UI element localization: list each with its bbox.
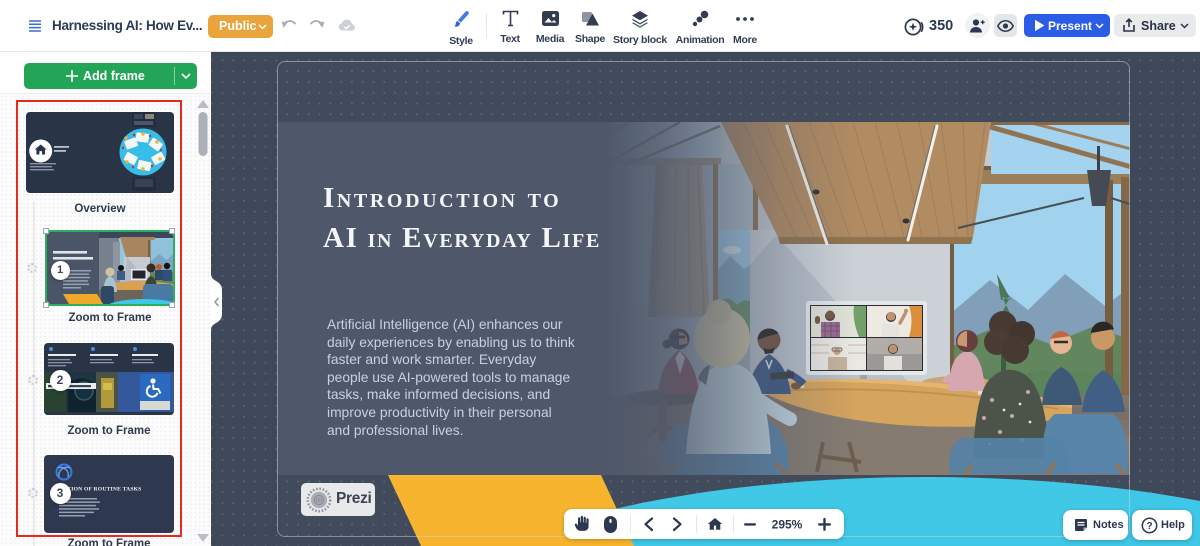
svg-text:?: ? bbox=[1146, 521, 1152, 532]
svg-text:295%: 295% bbox=[772, 518, 803, 532]
